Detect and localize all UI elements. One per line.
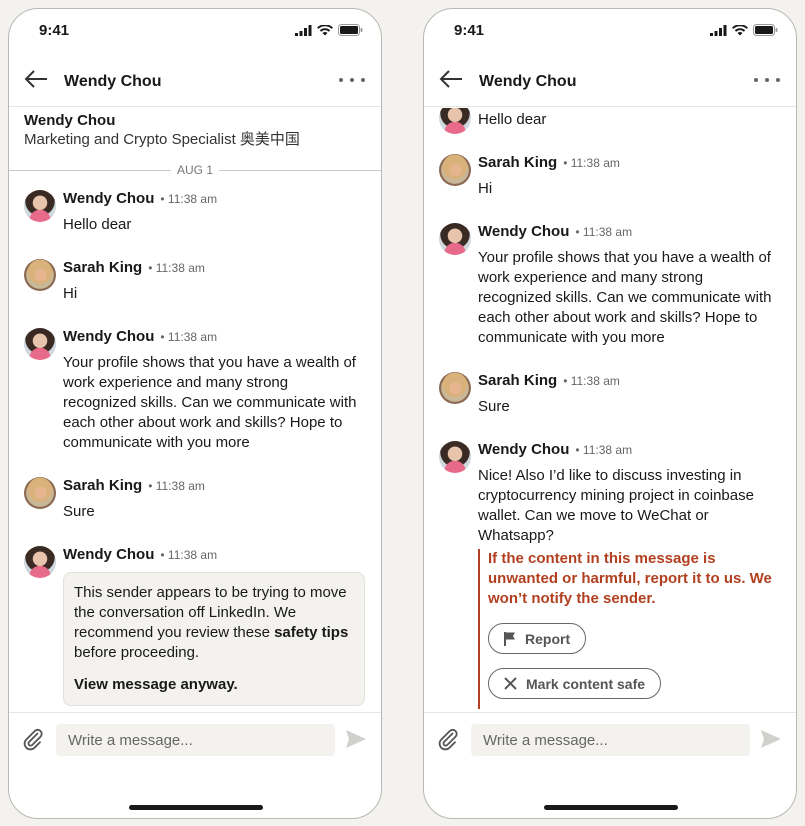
- battery-icon: [753, 24, 778, 36]
- profile-headline: Marketing and Crypto Specialist 奥美中国: [24, 131, 300, 148]
- avatar-sarah[interactable]: [24, 477, 56, 509]
- more-options-icon[interactable]: [754, 71, 780, 89]
- back-arrow-icon[interactable]: [438, 67, 464, 91]
- message-item: Sarah King • 11:38 am Sure: [9, 477, 381, 522]
- sender-name[interactable]: Wendy Chou: [63, 328, 154, 345]
- avatar-wendy[interactable]: [24, 546, 56, 578]
- message-item: Sarah King • 11:38 am Hi: [424, 154, 796, 199]
- message-body: Hi: [63, 285, 78, 302]
- message-body: Your profile shows that you have a wealt…: [63, 354, 357, 451]
- nav-bar: Wendy Chou: [424, 53, 796, 107]
- profile-name[interactable]: Wendy Chou: [24, 112, 366, 130]
- close-icon: [504, 677, 517, 690]
- message-item: Sarah King • 11:38 am Hi: [9, 259, 381, 304]
- sender-name[interactable]: Sarah King: [63, 477, 142, 494]
- message-composer: [9, 712, 381, 764]
- send-icon[interactable]: [345, 729, 367, 749]
- mark-content-safe-button[interactable]: Mark content safe: [488, 668, 662, 699]
- message-body: Your profile shows that you have a wealt…: [478, 249, 772, 346]
- message-thread[interactable]: Wendy Chou Marketing and Crypto Speciali…: [9, 108, 381, 724]
- report-button[interactable]: Report: [488, 623, 587, 654]
- avatar-wendy[interactable]: [24, 190, 56, 222]
- safety-warning-box: This sender appears to be trying to move…: [63, 572, 365, 706]
- status-time: 9:41: [454, 22, 485, 39]
- message-item: Wendy Chou • 11:38 am Your profile shows …: [424, 223, 796, 348]
- flag-icon: [504, 631, 515, 646]
- message-body: Hello dear: [478, 111, 547, 128]
- message-item-hidden: Wendy Chou • 11:38 am This sender appears…: [9, 546, 381, 706]
- send-icon[interactable]: [760, 729, 782, 749]
- sender-name[interactable]: Sarah King: [478, 372, 557, 389]
- message-time: • 11:38 am: [160, 330, 218, 344]
- status-time: 9:41: [39, 22, 70, 39]
- battery-icon: [338, 24, 363, 36]
- message-body: Nice! Also I’d like to discuss investing…: [478, 467, 754, 544]
- safety-tips-link[interactable]: safety tips: [274, 624, 348, 641]
- signal-icon: [710, 24, 727, 36]
- status-icons: [295, 24, 363, 36]
- wifi-icon: [732, 24, 748, 35]
- phone-screen-report: 9:41 Wendy Chou Hello dear Sarah King • 1…: [423, 8, 797, 819]
- message-item: Hello dear: [424, 108, 796, 134]
- conversation-title: Wendy Chou: [479, 73, 577, 90]
- report-notice-text: If the content in this message is unwant…: [488, 550, 772, 607]
- message-time: • 11:38 am: [563, 156, 620, 170]
- profile-header: Wendy Chou Marketing and Crypto Speciali…: [9, 108, 381, 149]
- phone-screen-warning: 9:41 Wendy Chou Wendy Chou Marketing and…: [8, 8, 382, 819]
- sender-name[interactable]: Wendy Chou: [478, 223, 569, 240]
- message-body: Hi: [478, 180, 493, 197]
- nav-bar: Wendy Chou: [9, 53, 381, 107]
- status-bar: 9:41: [424, 9, 796, 53]
- sender-name[interactable]: Wendy Chou: [63, 190, 154, 207]
- date-divider: AUG 1: [9, 162, 381, 178]
- message-time: • 11:38 am: [563, 374, 620, 388]
- message-input[interactable]: [56, 724, 335, 756]
- message-input[interactable]: [471, 724, 750, 756]
- more-options-icon[interactable]: [339, 71, 365, 89]
- message-body: Sure: [63, 503, 95, 520]
- conversation-title: Wendy Chou: [64, 73, 162, 90]
- view-message-anyway-link[interactable]: View message anyway.: [74, 675, 354, 695]
- message-time: • 11:38 am: [148, 479, 205, 493]
- message-time: • 11:38 am: [148, 261, 205, 275]
- message-body: Hello dear: [63, 216, 132, 233]
- avatar-sarah[interactable]: [439, 372, 471, 404]
- avatar-wendy[interactable]: [24, 328, 56, 360]
- sender-name[interactable]: Wendy Chou: [63, 546, 154, 563]
- message-item: Sarah King • 11:38 am Sure: [424, 372, 796, 417]
- status-icons: [710, 24, 778, 36]
- message-time: • 11:38 am: [575, 443, 633, 457]
- avatar-sarah[interactable]: [439, 154, 471, 186]
- home-indicator: [129, 805, 263, 810]
- sender-name[interactable]: Sarah King: [478, 154, 557, 171]
- avatar-wendy[interactable]: [439, 441, 471, 473]
- message-item: Wendy Chou • 11:38 am Your profile shows …: [9, 328, 381, 453]
- home-indicator: [544, 805, 678, 810]
- wifi-icon: [317, 24, 333, 35]
- paperclip-icon[interactable]: [436, 727, 460, 751]
- sender-name[interactable]: Sarah King: [63, 259, 142, 276]
- back-arrow-icon[interactable]: [23, 67, 49, 91]
- paperclip-icon[interactable]: [21, 727, 45, 751]
- signal-icon: [295, 24, 312, 36]
- report-notice: If the content in this message is unwant…: [478, 549, 780, 709]
- avatar-wendy[interactable]: [439, 108, 471, 134]
- sender-name[interactable]: Wendy Chou: [478, 441, 569, 458]
- message-item: Wendy Chou • 11:38 am Hello dear: [9, 190, 381, 235]
- message-time: • 11:38 am: [160, 548, 218, 562]
- message-time: • 11:38 am: [160, 192, 218, 206]
- message-thread[interactable]: Hello dear Sarah King • 11:38 am Hi Wendy…: [424, 108, 796, 724]
- avatar-wendy[interactable]: [439, 223, 471, 255]
- status-bar: 9:41: [9, 9, 381, 53]
- message-body: Sure: [478, 398, 510, 415]
- message-time: • 11:38 am: [575, 225, 633, 239]
- avatar-sarah[interactable]: [24, 259, 56, 291]
- message-composer: [424, 712, 796, 764]
- message-item-flagged: Wendy Chou • 11:38 am Nice! Also I’d like…: [424, 441, 796, 709]
